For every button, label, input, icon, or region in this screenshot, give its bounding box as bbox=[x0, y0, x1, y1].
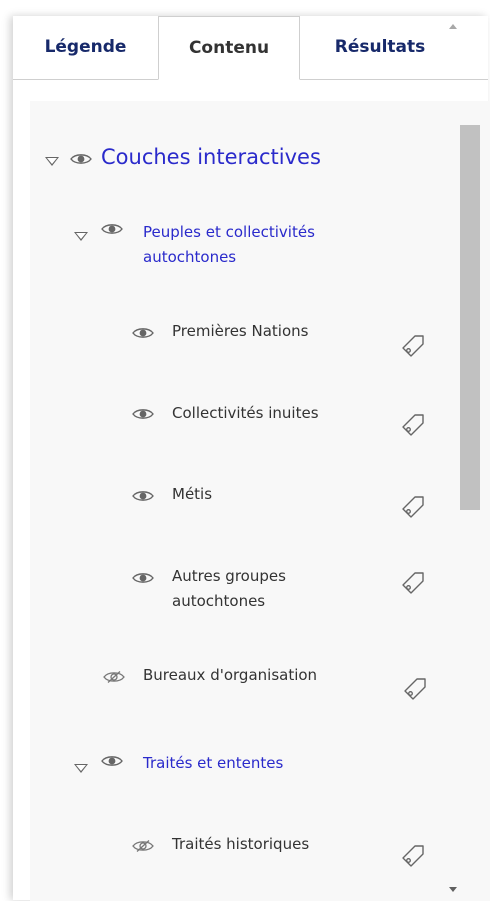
group-label-couches-interactives[interactable]: Couches interactives bbox=[101, 140, 321, 174]
layer-tree-panel: Couches interactives Peuples et collecti… bbox=[30, 101, 490, 901]
layer-label-traites-historiques: Traités historiques bbox=[172, 835, 310, 853]
eye-icon[interactable] bbox=[132, 407, 154, 421]
collapse-toggle-icon[interactable] bbox=[74, 764, 88, 773]
eye-icon[interactable] bbox=[70, 152, 92, 166]
layer-label-autres-groupes-line2: autochtones bbox=[172, 592, 266, 610]
tag-icon[interactable] bbox=[400, 333, 426, 359]
tag-icon[interactable] bbox=[402, 676, 428, 702]
collapse-toggle-icon[interactable] bbox=[74, 232, 88, 241]
layer-label-metis: Métis bbox=[172, 485, 213, 503]
layer-label-collectivites-inuites: Collectivités inuites bbox=[172, 404, 319, 422]
tag-icon[interactable] bbox=[400, 570, 426, 596]
eye-off-icon[interactable] bbox=[132, 839, 154, 853]
group-label-traites-ententes[interactable]: Traités et ententes bbox=[143, 752, 283, 775]
layer-label-premieres-nations: Premières Nations bbox=[172, 322, 309, 340]
eye-icon[interactable] bbox=[132, 489, 154, 503]
group-label-peuples-line2[interactable]: autochtones bbox=[143, 246, 236, 269]
layer-label-bureaux-organisation: Bureaux d'organisation bbox=[143, 666, 318, 684]
eye-icon[interactable] bbox=[101, 222, 123, 236]
tab-legende[interactable]: Légende bbox=[13, 16, 158, 80]
eye-icon[interactable] bbox=[132, 571, 154, 585]
scroll-up-arrow-icon[interactable] bbox=[449, 24, 457, 29]
scrollbar-thumb[interactable] bbox=[460, 125, 480, 510]
tag-icon[interactable] bbox=[400, 843, 426, 869]
eye-icon[interactable] bbox=[132, 326, 154, 340]
group-label-peuples-line1[interactable]: Peuples et collectivités bbox=[143, 221, 315, 244]
tag-icon[interactable] bbox=[400, 494, 426, 520]
layer-panel: Légende Contenu Résultats Couches intera… bbox=[13, 16, 490, 901]
tag-icon[interactable] bbox=[400, 412, 426, 438]
collapse-toggle-icon[interactable] bbox=[45, 157, 59, 166]
layer-label-autres-groupes-line1: Autres groupes bbox=[172, 567, 286, 585]
eye-off-icon[interactable] bbox=[103, 670, 125, 684]
tab-contenu[interactable]: Contenu bbox=[158, 16, 300, 80]
scroll-down-arrow-icon[interactable] bbox=[449, 887, 457, 892]
tab-bar: Légende Contenu Résultats bbox=[13, 16, 488, 80]
eye-icon[interactable] bbox=[101, 754, 123, 768]
tab-resultats[interactable]: Résultats bbox=[300, 16, 460, 80]
